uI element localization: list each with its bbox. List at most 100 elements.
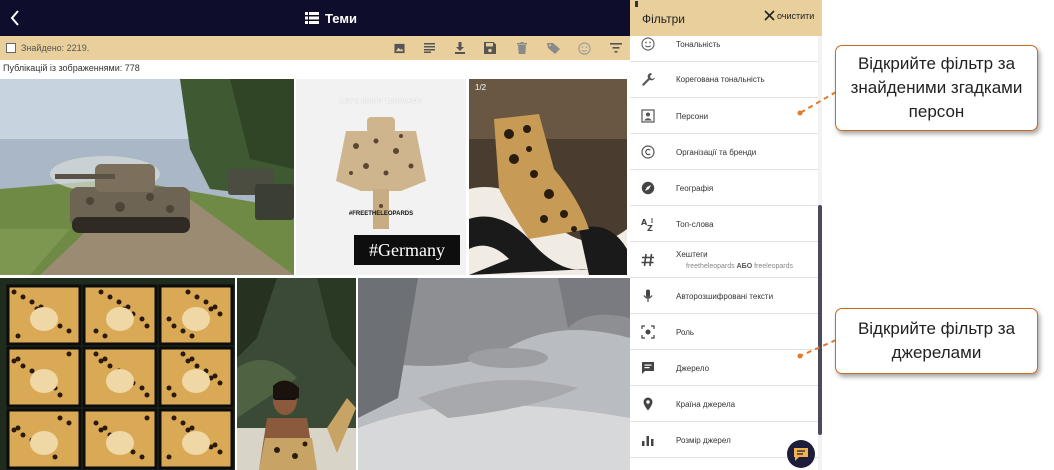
leopard-spot xyxy=(52,454,58,460)
bar-chart-icon xyxy=(642,436,654,446)
leopard-spot xyxy=(130,449,136,455)
leopard-face xyxy=(182,431,210,455)
tile-leopards-poster[interactable]: LET'S BRING LEOPARDS #FREETHELEOPARDS #G… xyxy=(296,79,466,275)
leopard-face xyxy=(106,369,134,393)
page-title-text: Теми xyxy=(325,10,357,26)
germany-stamp: #Germany xyxy=(354,235,460,265)
filter-label: Авторозшифровані тексти xyxy=(676,292,774,301)
sentiment-button[interactable] xyxy=(577,41,591,55)
leopard-spot xyxy=(15,425,21,431)
page-title[interactable]: Теми xyxy=(305,9,357,27)
svg-text:Z: Z xyxy=(647,224,653,231)
tank-photo xyxy=(0,79,294,275)
hashtag-selection: freetheleopards АБО freeleopards xyxy=(686,263,793,270)
filter-item-hashtags[interactable]: Хештеги freetheleopards АБО freeleopards xyxy=(630,242,818,278)
clear-filters-button[interactable]: очистити xyxy=(764,10,814,21)
filter-icon xyxy=(610,43,622,53)
filters-panel: Фільтри очистити Тональність Корегована … xyxy=(630,0,822,470)
filter-item-adjusted-sentiment[interactable]: Корегована тональність xyxy=(630,62,818,98)
tag-button[interactable] xyxy=(546,41,560,55)
leopard-spot xyxy=(139,385,145,391)
leopard-spot xyxy=(102,425,108,431)
filter-item-role[interactable]: Роль xyxy=(630,314,818,350)
tile-snow[interactable] xyxy=(358,278,630,470)
poster-hashtag: #FREETHELEOPARDS xyxy=(348,211,414,217)
leopard-spot xyxy=(98,289,104,295)
image-view-button[interactable] xyxy=(392,41,406,55)
callout-persons-filter: Відкрийте фільтр за знайденими згадками … xyxy=(835,45,1038,131)
filter-label: Розмір джерел xyxy=(676,436,731,445)
hashtag-icon xyxy=(641,253,654,267)
leopard-spot xyxy=(57,323,63,329)
download-button[interactable] xyxy=(453,41,467,55)
chat-icon xyxy=(794,448,808,461)
model-photo xyxy=(237,278,356,470)
filter-label: Хештеги xyxy=(676,250,708,259)
leopard-spot xyxy=(194,294,200,300)
save-button[interactable] xyxy=(483,41,497,55)
leopard-spot xyxy=(29,299,35,305)
compass-icon xyxy=(641,181,655,195)
filter-button[interactable] xyxy=(609,41,623,55)
filter-item-top-words[interactable]: AZ Топ-слова xyxy=(630,206,818,242)
leopard-spot xyxy=(20,294,26,300)
role-icon xyxy=(641,325,655,339)
filter-label: Організації та бренди xyxy=(676,148,757,157)
tag-icon xyxy=(546,43,560,54)
filter-item-transcripts[interactable]: Авторозшифровані тексти xyxy=(630,278,818,314)
select-all-checkbox[interactable] xyxy=(6,43,16,53)
chat-button[interactable] xyxy=(787,440,815,468)
tile-leopard-boot[interactable]: 1/2 xyxy=(469,79,627,275)
select-all[interactable]: Знайдено: 2219. xyxy=(6,41,89,55)
copyright-icon xyxy=(641,145,655,159)
leopard-spot xyxy=(102,356,108,362)
hashtag-value: freetheleopards xyxy=(686,263,735,270)
leopard-spot xyxy=(189,425,195,431)
person-icon xyxy=(641,109,655,123)
tile-tank[interactable] xyxy=(0,79,294,275)
filters-header: Фільтри очистити xyxy=(630,0,822,36)
leopard-spot xyxy=(144,392,150,398)
delete-button[interactable] xyxy=(515,41,529,55)
tile-leopard-grid[interactable] xyxy=(0,278,235,470)
filter-item-source-country[interactable]: Країна джерела xyxy=(630,386,818,422)
leopard-spot xyxy=(185,289,191,295)
hashtag-operator: АБО xyxy=(736,263,753,270)
save-icon xyxy=(484,42,496,54)
leopard-spot xyxy=(203,299,209,305)
leopard-spot xyxy=(217,311,223,317)
clear-filters-label: очистити xyxy=(777,10,815,21)
source-icon xyxy=(642,362,654,374)
filter-item-persons[interactable]: Персони xyxy=(630,98,818,134)
scrollbar-thumb[interactable] xyxy=(818,205,822,435)
leopard-spot xyxy=(107,294,113,300)
back-button[interactable] xyxy=(6,6,24,30)
hashtag-value: freeleopards xyxy=(754,263,794,270)
leopard-spot xyxy=(66,351,72,357)
leopard-spot xyxy=(102,333,108,339)
poster-caption: LET'S BRING LEOPARDS xyxy=(339,99,423,105)
list-icon xyxy=(305,12,319,24)
download-icon xyxy=(455,42,465,54)
callout-source-filter: Відкрийте фільтр за джерелами xyxy=(835,308,1038,374)
microphone-icon xyxy=(643,289,653,302)
leopard-spot xyxy=(93,351,99,357)
leopard-spot xyxy=(66,328,72,334)
leopard-spot xyxy=(171,323,177,329)
leopard-face xyxy=(30,307,58,331)
filter-label: Топ-слова xyxy=(676,220,714,229)
filter-item-organizations[interactable]: Організації та бренди xyxy=(630,134,818,170)
chevron-left-icon xyxy=(10,10,19,26)
emoji-icon xyxy=(577,41,591,55)
filter-item-source[interactable]: Джерело xyxy=(630,350,818,386)
leopard-spot xyxy=(194,363,200,369)
filter-label: Тональність xyxy=(676,40,721,49)
leopard-spot xyxy=(189,356,195,362)
filter-item-geography[interactable]: Географія xyxy=(630,170,818,206)
filter-item-sentiment[interactable]: Тональність xyxy=(630,36,818,62)
tile-model[interactable] xyxy=(237,278,356,470)
leopard-spot xyxy=(66,420,72,426)
filter-label: Роль xyxy=(676,328,695,337)
callout-text: Відкрийте фільтр за джерелами xyxy=(857,319,1016,362)
text-view-button[interactable] xyxy=(422,41,436,55)
